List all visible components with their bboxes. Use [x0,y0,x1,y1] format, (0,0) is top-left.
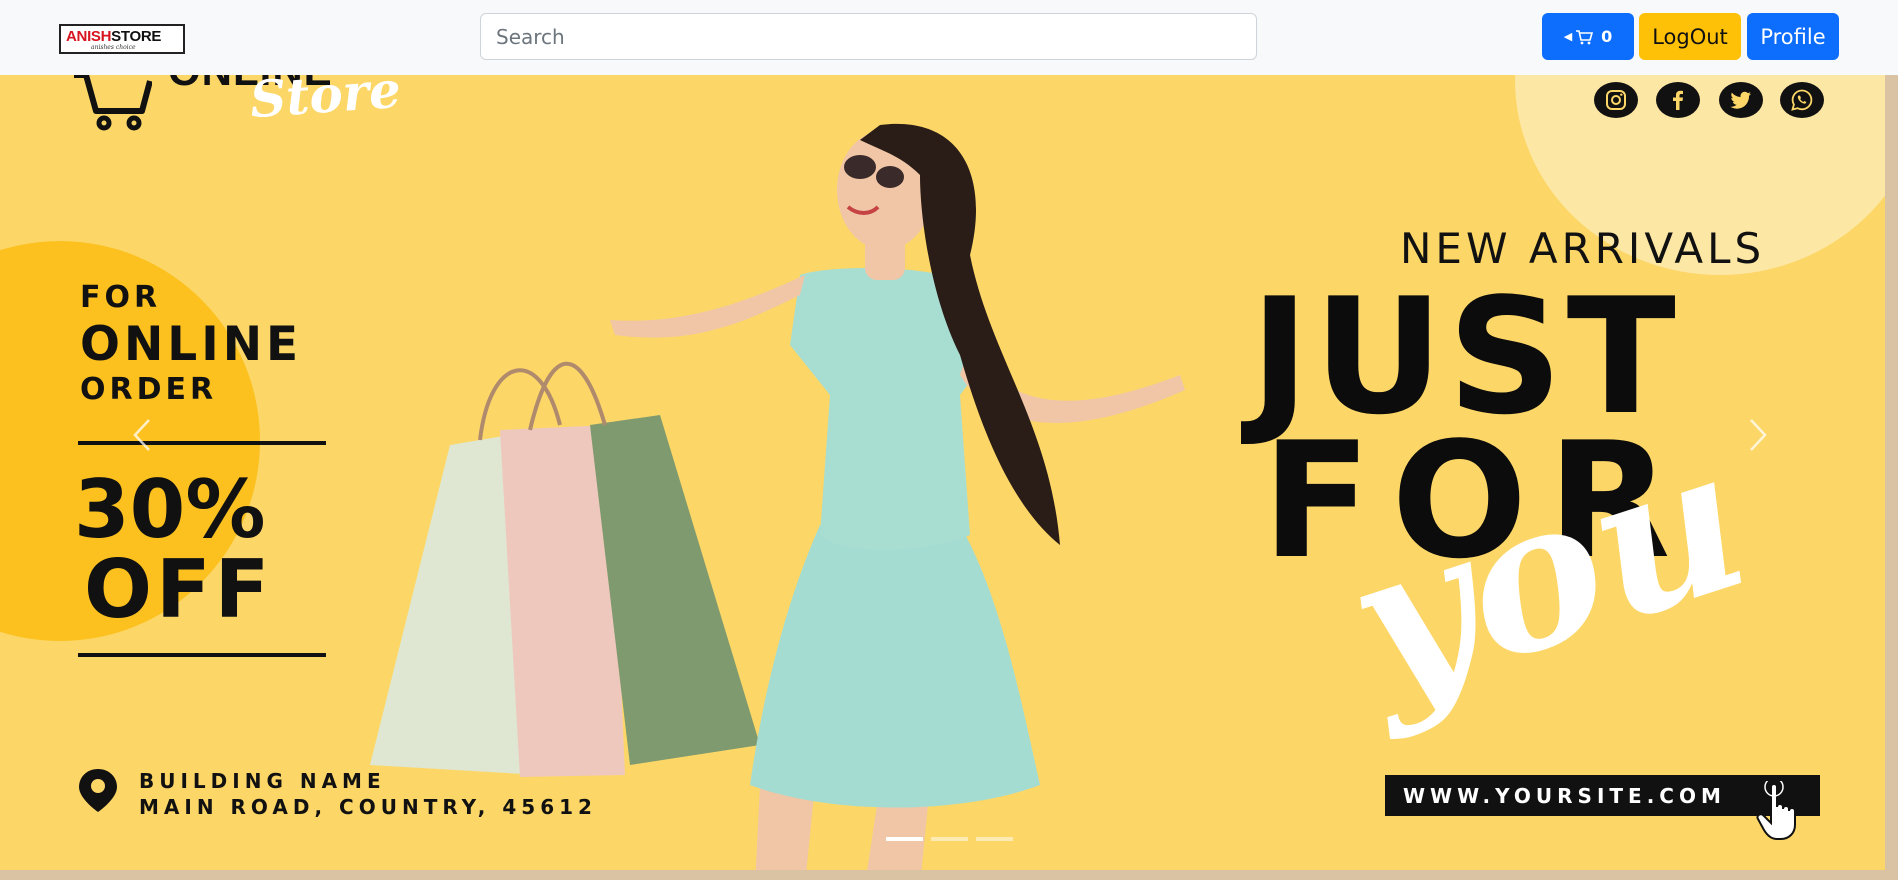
promo-line-order: ORDER [80,372,218,407]
carousel-indicator-2[interactable] [931,837,968,841]
brand-logo[interactable]: ANISHSTORE anishes choice [59,24,185,54]
promo-line-for: FOR [80,280,162,315]
hero-carousel: ONLINE Store FOR ONLINE ORDER 30% OFF BU… [0,75,1898,880]
address-line-1: BUILDING NAME [139,769,386,793]
cart-icon [1576,29,1594,44]
navbar: ANISHSTORE anishes choice ◀ 0 LogOut Pro… [0,0,1898,75]
promo-divider-bottom [78,653,326,657]
promo-off: OFF [84,543,274,636]
profile-button[interactable]: Profile [1747,13,1839,60]
brand-name-part2: STORE [111,28,162,45]
location-pin-icon [79,769,117,812]
carousel-next-button[interactable] [1738,405,1778,465]
carousel-indicators [886,837,1013,841]
twitter-icon[interactable] [1719,82,1763,118]
whatsapp-icon[interactable] [1780,82,1824,118]
instagram-icon[interactable] [1594,82,1638,118]
promo-divider-top [78,441,326,445]
carousel-slide: ONLINE Store FOR ONLINE ORDER 30% OFF BU… [0,75,1885,870]
website-url: WWW.YOURSITE.COM [1403,784,1726,808]
cart-button[interactable]: ◀ 0 [1542,13,1634,60]
caret-left-icon: ◀ [1563,30,1573,43]
carousel-prev-button[interactable] [122,405,162,465]
search-input[interactable] [480,13,1257,60]
facebook-icon[interactable] [1656,82,1700,118]
carousel-indicator-3[interactable] [976,837,1013,841]
logout-button[interactable]: LogOut [1639,13,1741,60]
brand-name: ANISHSTORE [66,28,161,45]
chevron-right-icon [1750,419,1767,451]
model-with-shopping-bags-image [370,123,1185,870]
brand-name-part1: ANISH [66,28,112,45]
cart-count: 0 [1601,27,1613,46]
shopping-cart-icon [74,75,152,131]
promo-line-online: ONLINE [80,317,303,372]
pointer-hand-icon [1756,781,1796,840]
chevron-left-icon [133,419,150,451]
carousel-indicator-1[interactable] [886,837,923,841]
brand-tagline: anishes choice [91,44,136,51]
